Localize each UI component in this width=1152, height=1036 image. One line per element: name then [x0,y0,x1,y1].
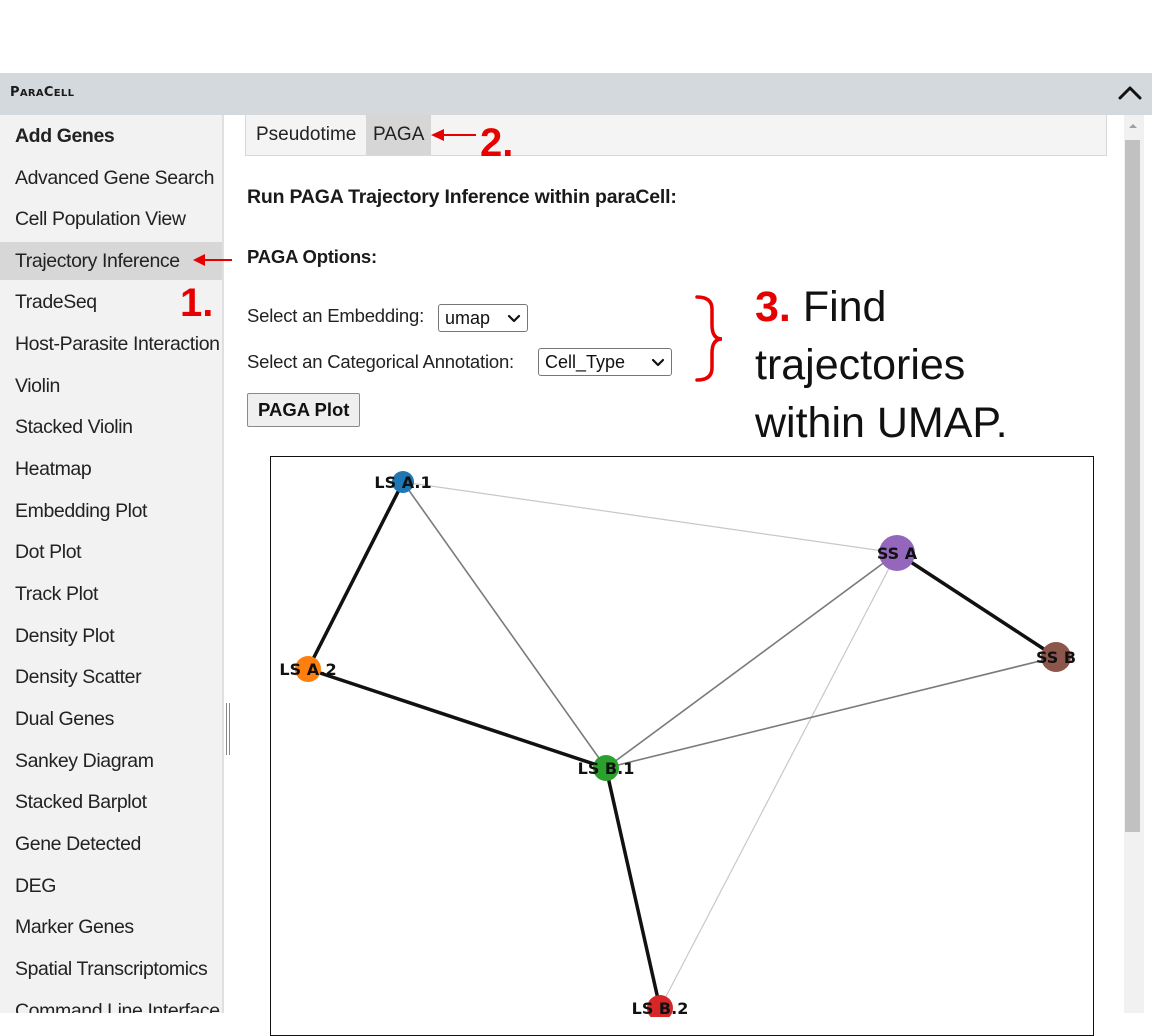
step-3-line-3: within UMAP. [755,399,1008,447]
paga-plot-frame: LS A.1 SS A SS B LS A.2 LS B.1 LS B.2 [270,456,1094,1036]
collapse-chevron-up-icon[interactable] [1114,77,1146,109]
embedding-select-value: umap [445,308,491,328]
sidebar-item-trajectory-inference[interactable]: Trajectory Inference [0,242,222,280]
edge-ls-a-2-ls-b-1 [307,667,607,770]
step-3-marker: 3. [755,283,791,331]
edge-ss-b-ls-b-1 [605,656,1057,769]
sidebar-item-stacked-violin[interactable]: Stacked Violin [0,408,222,446]
sidebar-item-stacked-barplot[interactable]: Stacked Barplot [0,783,222,821]
sidebar-item-track-plot[interactable]: Track Plot [0,575,222,613]
edge-ls-b-1-ls-b-2 [604,767,662,1009]
sidebar-item-dot-plot[interactable]: Dot Plot [0,533,222,571]
node-label-ls-b-2: LS B.2 [632,999,689,1017]
embedding-label: Select an Embedding: [247,305,425,326]
sidebar-divider [222,115,224,1013]
edge-ss-a-ss-b [896,551,1057,659]
sidebar-item-spatial-transcriptomics[interactable]: Spatial Transcriptomics [0,950,222,988]
node-label-ls-b-1: LS B.1 [578,759,635,778]
vertical-scrollbar-thumb[interactable] [1125,140,1140,832]
sidebar: Add Genes Advanced Gene Search Cell Popu… [0,115,222,1013]
annotation-select-value: Cell_Type [545,352,626,372]
app-title-part-ell: ELL [53,88,75,99]
paga-options-heading: PAGA Options: [247,246,377,267]
sidebar-item-add-genes[interactable]: Add Genes [0,117,222,155]
step-3-line-1: Find [790,283,887,331]
embedding-select[interactable]: umap [438,304,528,332]
edge-ss-a-ls-b-1 [605,552,898,769]
paga-plot-button[interactable]: PAGA Plot [247,393,361,427]
sidebar-item-deg[interactable]: DEG [0,867,222,905]
sidebar-item-density-plot[interactable]: Density Plot [0,617,222,655]
chevron-down-icon [651,358,665,367]
sidebar-item-heatmap[interactable]: Heatmap [0,450,222,488]
tab-bar: Pseudotime PAGA [245,114,1107,156]
sidebar-item-cell-population-view[interactable]: Cell Population View [0,200,222,238]
sidebar-item-advanced-gene-search[interactable]: Advanced Gene Search [0,159,222,197]
app-title-initial-c: C [43,85,54,100]
edge-ls-a-1-ls-b-1 [402,481,607,769]
step-3-line-2: trajectories [755,341,966,389]
page-heading: Run PAGA Trajectory Inference within par… [247,186,677,208]
chevron-down-icon [507,314,521,323]
app-titlebar: PARACELL [0,73,1152,115]
annotation-select[interactable]: Cell_Type [538,348,672,376]
step-1-marker: 1. [180,281,214,325]
annotation-brace [695,295,723,382]
annotation-label: Select an Categorical Annotation: [247,351,514,372]
sidebar-item-host-parasite-interaction[interactable]: Host-Parasite Interaction [0,325,222,363]
app-title: PARACELL [10,85,74,100]
edge-ls-a-1-ss-a [402,481,898,554]
node-label-ls-a-2: LS A.2 [279,660,336,679]
sidebar-item-command-line-interface[interactable]: Command Line Interface [0,992,222,1013]
sidebar-item-marker-genes[interactable]: Marker Genes [0,908,222,946]
sidebar-item-embedding-plot[interactable]: Embedding Plot [0,492,222,530]
sidebar-item-violin[interactable]: Violin [0,367,222,405]
node-label-ls-a-1: LS A.1 [374,473,431,492]
step-2-marker: 2. [480,121,514,165]
sidebar-item-sankey-diagram[interactable]: Sankey Diagram [0,742,222,780]
node-label-ss-b: SS B [1036,648,1076,667]
tab-paga[interactable]: PAGA [366,115,432,155]
edge-ls-a-1-ls-a-2 [306,481,405,670]
tab-pseudotime[interactable]: Pseudotime [249,115,363,155]
paga-graph: LS A.1 SS A SS B LS A.2 LS B.1 LS B.2 [279,471,1076,1021]
step-3-annotation: 3. Find trajectories within UMAP. [755,278,1008,452]
sidebar-item-gene-detected[interactable]: Gene Detected [0,825,222,863]
sidebar-item-density-scatter[interactable]: Density Scatter [0,658,222,696]
resize-handle[interactable] [226,703,230,755]
app-title-part-ara: ARA [19,88,44,99]
edge-ss-a-ls-b-2 [659,552,898,1009]
node-label-ss-a: SS A [877,544,918,563]
app-title-initial-p: P [10,85,20,100]
scroll-up-arrow-icon[interactable] [1127,120,1139,132]
sidebar-item-dual-genes[interactable]: Dual Genes [0,700,222,738]
